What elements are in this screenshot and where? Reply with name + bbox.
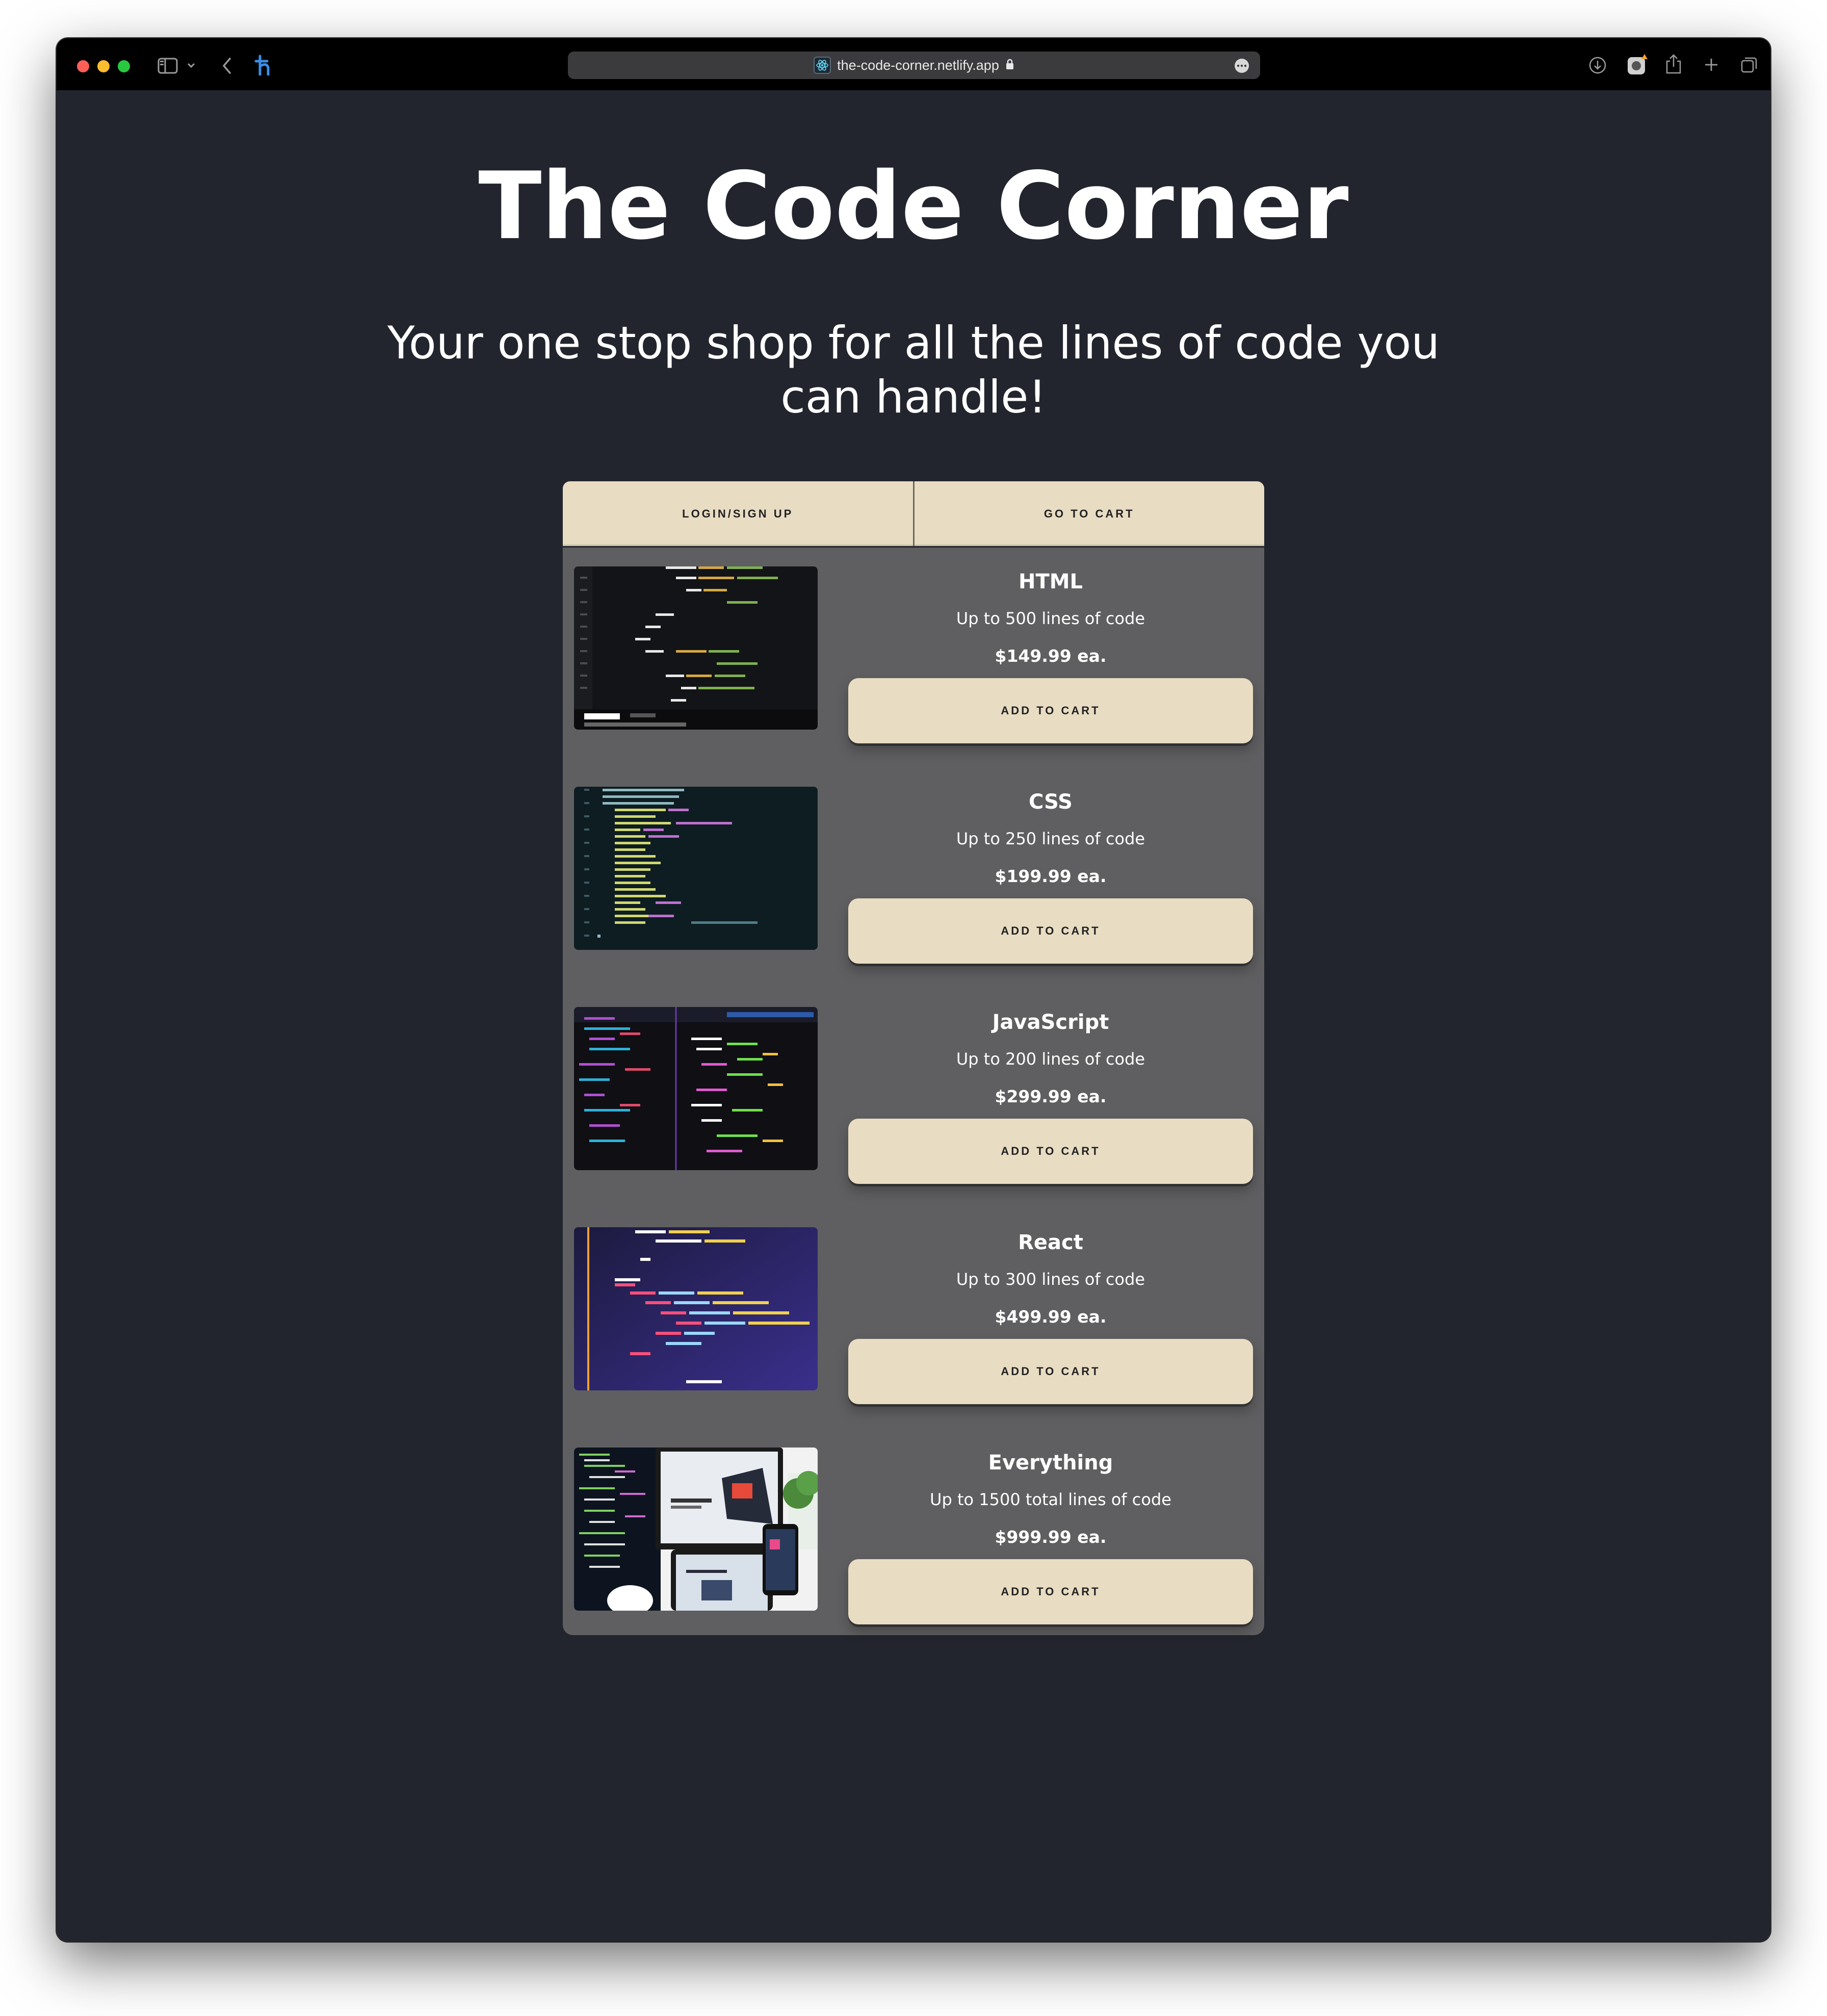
- product-description: Up to 250 lines of code: [956, 829, 1145, 848]
- product-name: CSS: [1029, 790, 1073, 814]
- url-text: the-code-corner.netlify.app: [837, 57, 999, 73]
- html-code-image: [574, 566, 818, 730]
- product-card: Everything Up to 1500 total lines of cod…: [574, 1448, 1253, 1624]
- add-to-cart-button[interactable]: ADD TO CART: [848, 1559, 1253, 1624]
- go-to-cart-button[interactable]: GO TO CART: [914, 481, 1264, 546]
- product-price: $999.99 ea.: [995, 1527, 1107, 1547]
- lock-icon: [1005, 58, 1014, 72]
- chevron-down-icon[interactable]: [185, 59, 197, 72]
- back-arrow-icon[interactable]: [218, 55, 236, 77]
- product-price: $149.99 ea.: [995, 646, 1107, 666]
- css-code-image: [574, 787, 818, 950]
- downloads-icon[interactable]: [1587, 55, 1608, 76]
- login-signup-button[interactable]: LOGIN/SIGN UP: [563, 481, 915, 546]
- new-tab-icon[interactable]: [1701, 55, 1721, 75]
- product-name: JavaScript: [992, 1011, 1109, 1034]
- store-nav: LOGIN/SIGN UP GO TO CART: [563, 481, 1264, 546]
- page-subtitle: Your one stop shop for all the lines of …: [387, 317, 1440, 423]
- more-options-icon[interactable]: [1235, 59, 1249, 73]
- tab-overview-icon[interactable]: [1739, 55, 1759, 75]
- react-code-image: [574, 1227, 818, 1390]
- add-to-cart-button[interactable]: ADD TO CART: [848, 898, 1253, 964]
- page-title: The Code Corner: [478, 152, 1349, 260]
- zoom-window-button[interactable]: [118, 60, 130, 72]
- add-to-cart-button[interactable]: ADD TO CART: [848, 1339, 1253, 1404]
- browser-window: the-code-corner.netlify.app The Code Cor…: [57, 38, 1770, 1942]
- product-description: Up to 500 lines of code: [956, 609, 1145, 628]
- close-window-button[interactable]: [77, 60, 89, 72]
- product-card: HTML Up to 500 lines of code $149.99 ea.…: [574, 566, 1253, 787]
- product-card: JavaScript Up to 200 lines of code $299.…: [574, 1007, 1253, 1227]
- extension-badge-icon[interactable]: [1625, 53, 1649, 77]
- minimize-window-button[interactable]: [97, 60, 110, 72]
- extension-logo-icon[interactable]: [251, 53, 277, 78]
- product-name: Everything: [988, 1451, 1113, 1475]
- product-list: HTML Up to 500 lines of code $149.99 ea.…: [563, 548, 1264, 1635]
- product-card: React Up to 300 lines of code $499.99 ea…: [574, 1227, 1253, 1448]
- everything-workspace-image: [574, 1448, 818, 1611]
- add-to-cart-button[interactable]: ADD TO CART: [848, 1119, 1253, 1184]
- product-name: React: [1018, 1231, 1083, 1254]
- product-price: $299.99 ea.: [995, 1087, 1107, 1106]
- product-name: HTML: [1018, 570, 1083, 593]
- javascript-code-image: [574, 1007, 818, 1170]
- product-description: Up to 1500 total lines of code: [930, 1490, 1171, 1509]
- product-price: $499.99 ea.: [995, 1307, 1107, 1327]
- product-info: React Up to 300 lines of code $499.99 ea…: [848, 1227, 1253, 1448]
- product-card: CSS Up to 250 lines of code $199.99 ea. …: [574, 787, 1253, 1007]
- product-info: JavaScript Up to 200 lines of code $299.…: [848, 1007, 1253, 1227]
- product-info: CSS Up to 250 lines of code $199.99 ea. …: [848, 787, 1253, 1007]
- product-price: $199.99 ea.: [995, 866, 1107, 886]
- react-favicon-icon: [814, 57, 831, 74]
- store-panel: LOGIN/SIGN UP GO TO CART HTML Up to 500 …: [563, 481, 1264, 1635]
- browser-toolbar: the-code-corner.netlify.app: [57, 38, 1770, 90]
- product-description: Up to 300 lines of code: [956, 1270, 1145, 1289]
- share-icon[interactable]: [1663, 51, 1684, 76]
- add-to-cart-button[interactable]: ADD TO CART: [848, 678, 1253, 743]
- product-info: Everything Up to 1500 total lines of cod…: [848, 1448, 1253, 1624]
- address-bar[interactable]: the-code-corner.netlify.app: [568, 51, 1260, 79]
- product-info: HTML Up to 500 lines of code $149.99 ea.…: [848, 566, 1253, 787]
- product-description: Up to 200 lines of code: [956, 1049, 1145, 1069]
- sidebar-toggle-icon[interactable]: [156, 56, 179, 76]
